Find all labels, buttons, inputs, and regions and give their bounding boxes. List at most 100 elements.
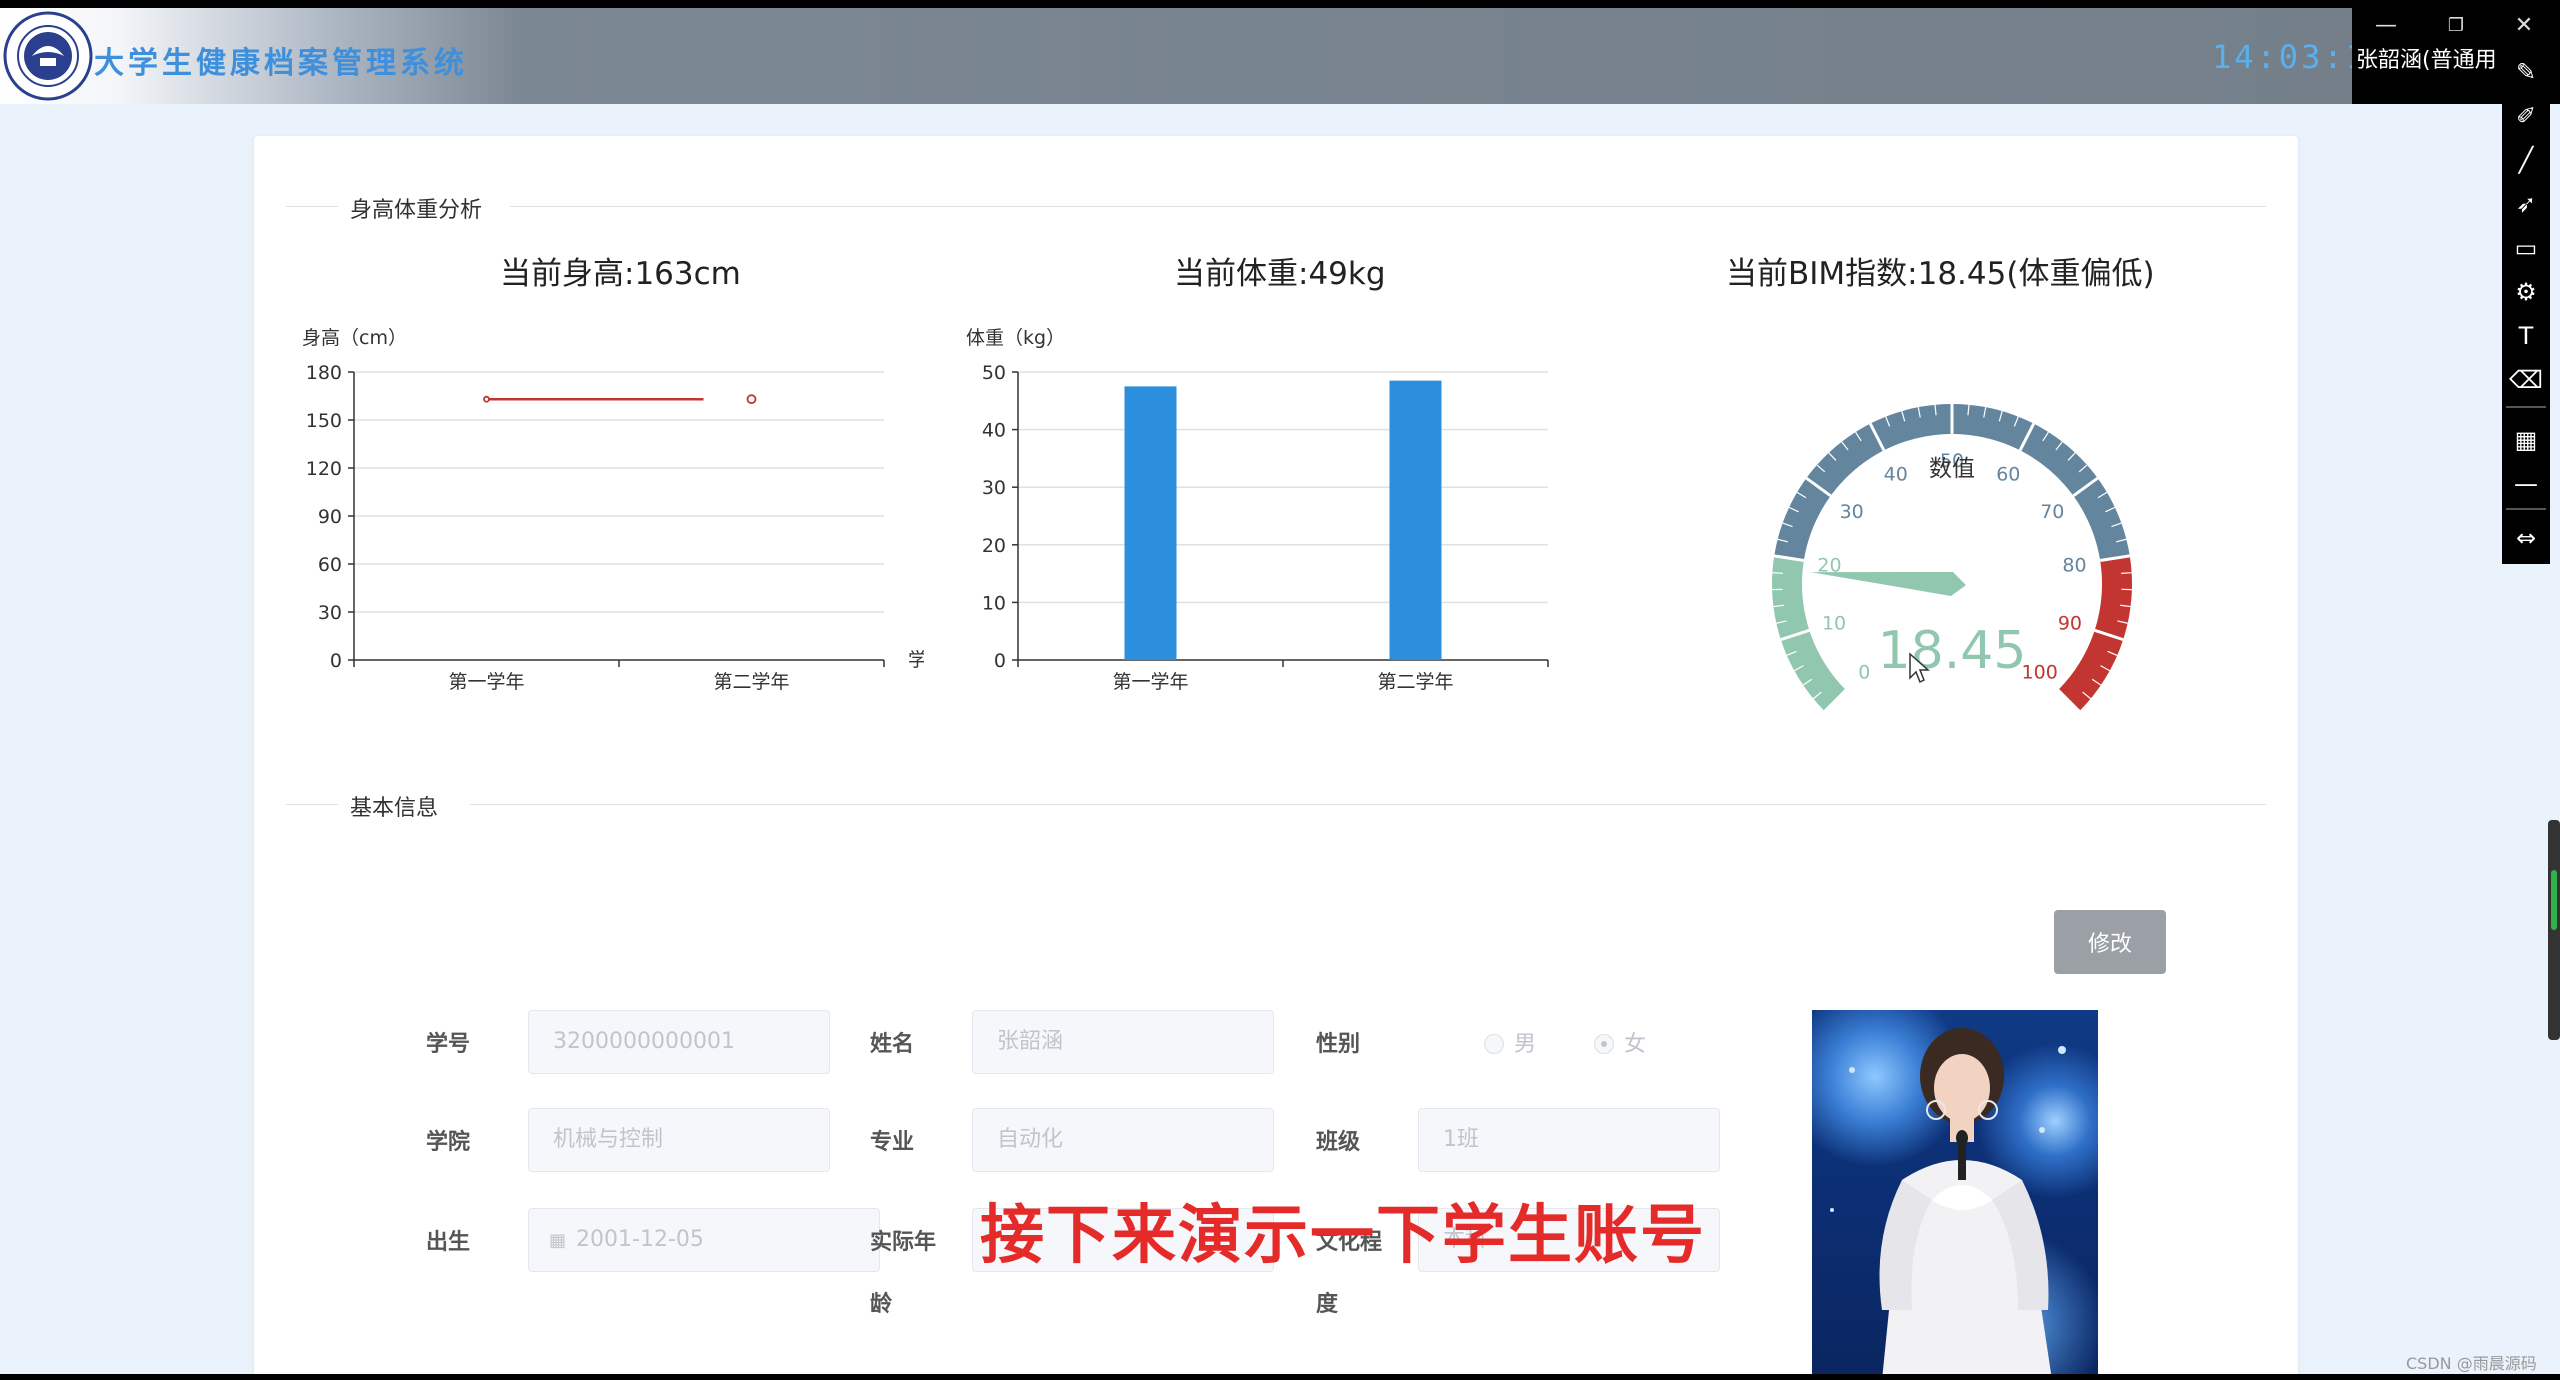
text-icon[interactable]: T [2506,316,2546,356]
annotation-toolbar: ✎ ✐ ╱ ➶ ▭ ⚙ T ⌫ ▦ — ⇔ [2502,44,2550,564]
section-basic-header: 基本信息 [286,790,2266,821]
gauge-tick-label: 90 [2058,612,2082,634]
bmi-title: 当前BIM指数:18.45(体重偏低) [1726,256,2155,292]
gauge-tick-label: 80 [2062,555,2086,577]
student-photo [1812,1010,2098,1380]
y-tick-label: 90 [318,506,342,528]
toolbar-divider [2506,406,2546,408]
x-tick-label: 第一学年 [1112,671,1188,693]
gauge-tick-label: 30 [1840,501,1864,523]
divider [470,804,2266,805]
divider [286,206,338,207]
scrollbar[interactable] [2548,820,2560,1040]
rectangle-icon[interactable]: ▭ [2506,228,2546,268]
college-field[interactable]: 机械与控制 [528,1108,830,1172]
scrollbar-thumb[interactable] [2551,870,2557,930]
palette-icon[interactable]: ⚙ [2506,272,2546,312]
name-field[interactable]: 张韶涵 [972,1010,1274,1074]
expand-icon[interactable]: ⇔ [2506,518,2546,558]
section-analysis-header: 身高体重分析 [286,192,2266,223]
gender-female-label: 女 [1624,1032,1647,1057]
class-field[interactable]: 1班 [1418,1108,1720,1172]
current-user[interactable]: 张韶涵(普通用 [2356,42,2504,74]
label-class: 班级 [1316,1130,1361,1155]
gauge-value: 18.45 [1878,621,2027,681]
app-header: 大学生健康档案管理系统 14:03:15 [0,8,2387,104]
data-point [746,394,757,405]
y-tick-label: 20 [982,535,1006,557]
major-field[interactable]: 自动化 [972,1108,1274,1172]
portrait-illustration [1830,1028,2066,1380]
gauge-tick [2121,572,2132,574]
gauge-tick-label: 60 [1996,464,2020,486]
y-tick-label: 30 [318,602,342,624]
y-tick-label: 60 [318,554,342,576]
gauge-tick-label: 70 [2040,501,2064,523]
label-name: 姓名 [870,1032,915,1057]
bottom-strip [0,1374,2560,1380]
restore-icon[interactable]: ❐ [2436,6,2476,46]
label-student-id: 学号 [426,1032,471,1057]
label-gender: 性别 [1316,1032,1361,1057]
y-axis-label: 体重（kg） [966,327,1065,349]
gauge-pointer [1810,572,1966,596]
gender-radio-male[interactable]: 男 [1484,1026,1536,1058]
divider [286,804,338,805]
thickness-icon[interactable]: — [2506,464,2546,504]
gauge-tick [1772,572,1783,574]
app-title: 大学生健康档案管理系统 [94,46,468,81]
x-tick-label: 第一学年 [448,671,524,693]
label-actual-age-line2: 龄 [870,1292,893,1317]
gauge-tick-label: 0 [1858,662,1870,684]
x-axis-label: 学期 [908,649,924,671]
label-birth: 出生 [426,1230,471,1255]
y-tick-label: 50 [982,362,1006,384]
weight-bar-chart: 体重（kg） 0 10 20 30 40 50 第一学年 第二学年 [966,327,1549,693]
weight-title: 当前体重:49kg [1174,256,1386,292]
watermark: CSDN @雨晨源码 [2406,1354,2537,1373]
university-logo [3,11,93,101]
mosaic-icon[interactable]: ▦ [2506,420,2546,460]
gauge-tick-label: 100 [2022,662,2058,684]
divider [510,206,2266,207]
x-tick-label: 第二学年 [1377,671,1453,693]
label-education-line2: 度 [1316,1292,1339,1317]
student-id-field[interactable]: 3200000000001 [528,1010,830,1074]
label-actual-age: 实际年 [870,1230,937,1255]
arrow-icon[interactable]: ➶ [2506,184,2546,224]
birth-date-value: 2001-12-05 [576,1227,704,1252]
section-basic-title: 基本信息 [350,796,439,821]
bar [1389,380,1442,660]
x-tick-label: 第二学年 [713,671,789,693]
height-line-chart: 身高（cm） 0 30 60 90 120 150 180 第一学年 第二学年 学期 [302,327,924,693]
pen-icon[interactable]: ✎ [2506,52,2546,92]
marker-icon[interactable]: ✐ [2506,96,2546,136]
gauge-tick-label: 40 [1884,464,1908,486]
top-strip [0,0,2560,8]
y-tick-label: 40 [982,420,1006,442]
toolbar-divider [2506,508,2546,510]
label-major: 专业 [870,1130,915,1155]
gender-radio-female[interactable]: 女 [1594,1026,1646,1058]
y-tick-label: 0 [994,650,1006,672]
eraser-icon[interactable]: ⌫ [2506,360,2546,400]
data-point [483,395,490,403]
bmi-gauge: 0102030405060708090100数值18.45 [1772,403,2132,713]
radio-icon [1484,1034,1504,1054]
edit-button[interactable]: 修改 [2054,910,2166,974]
minimize-icon[interactable]: — [2366,6,2406,46]
y-tick-label: 0 [330,650,342,672]
label-college: 学院 [426,1130,471,1155]
y-tick-label: 10 [982,592,1006,614]
gender-male-label: 男 [1514,1032,1537,1057]
birth-date-field[interactable]: ▦ 2001-12-05 [528,1208,880,1272]
calendar-icon: ▦ [549,1230,567,1251]
gauge-label: 数值 [1929,456,1975,482]
bar [1124,386,1177,660]
close-icon[interactable]: ✕ [2504,6,2544,46]
y-tick-label: 120 [306,458,342,480]
y-tick-label: 180 [306,362,342,384]
line-icon[interactable]: ╱ [2506,140,2546,180]
mouse-cursor-icon [1909,652,1930,684]
radio-checked-icon [1594,1034,1614,1054]
